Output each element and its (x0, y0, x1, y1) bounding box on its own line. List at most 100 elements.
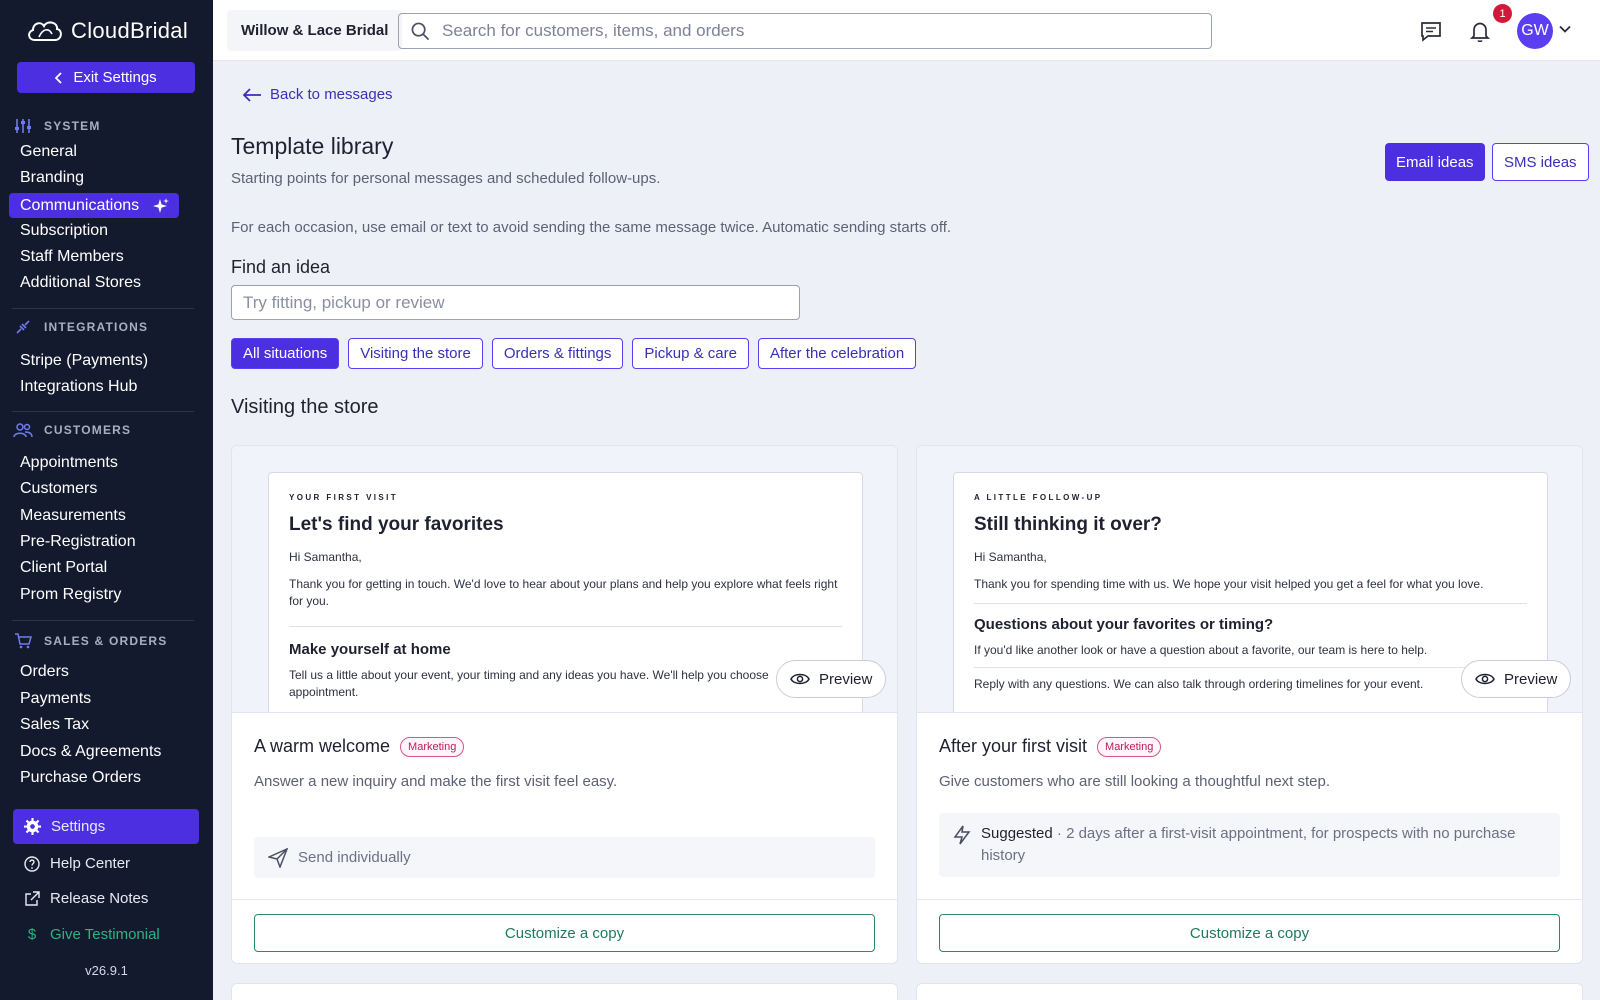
filter-after-the-celebration[interactable]: After the celebration (757, 338, 917, 369)
section-customers: CUSTOMERS (12, 421, 131, 439)
release-notes-link[interactable]: Release Notes (13, 881, 199, 916)
give-testimonial-link[interactable]: $ Give Testimonial (13, 917, 199, 952)
messages-icon[interactable] (1419, 19, 1443, 43)
preview-button[interactable]: Preview (776, 660, 887, 698)
filter-orders-fittings[interactable]: Orders & fittings (491, 338, 624, 369)
card-divider (232, 899, 897, 900)
email-subheading: Make yourself at home (289, 641, 451, 658)
sidebar-item-client-portal[interactable]: Client Portal (20, 556, 107, 580)
lightning-icon (953, 825, 971, 845)
suggested-label: Suggested (981, 825, 1053, 842)
sidebar-settings-button[interactable]: Settings (13, 809, 199, 844)
sidebar-item-additional-stores[interactable]: Additional Stores (20, 271, 141, 295)
info-text: For each occasion, use email or text to … (231, 219, 952, 236)
card-title-row: A warm welcome Marketing (254, 736, 465, 757)
situation-filters: All situations Visiting the store Orders… (231, 338, 917, 369)
sidebar-item-payments[interactable]: Payments (20, 687, 91, 711)
section-sales-orders: SALES & ORDERS (12, 632, 167, 650)
exit-settings-label: Exit Settings (73, 69, 157, 86)
sidebar-item-subscription[interactable]: Subscription (20, 219, 108, 243)
top-bar: Willow & Lace Bridal (213, 0, 1600, 61)
template-card: YOUR FIRST VISIT Let's find your favorit… (231, 445, 898, 964)
cloud-logo-icon (28, 21, 62, 41)
logo[interactable]: CloudBridal (25, 18, 188, 44)
cart-icon (12, 632, 34, 650)
filter-pickup-care[interactable]: Pickup & care (632, 338, 749, 369)
filter-visiting-the-store[interactable]: Visiting the store (348, 338, 483, 369)
sidebar-item-label: Communications (20, 196, 140, 214)
email-paragraph: Reply with any questions. We can also ta… (974, 677, 1424, 691)
group-title: Visiting the store (231, 396, 379, 418)
global-search-input[interactable] (442, 21, 1202, 41)
search-icon (411, 22, 430, 40)
sparkle-icon (153, 197, 170, 213)
sidebar-item-appointments[interactable]: Appointments (20, 451, 118, 475)
send-mode-label: Send individually (298, 849, 411, 866)
paper-plane-icon (268, 847, 288, 868)
sidebar-item-docs-agreements[interactable]: Docs & Agreements (20, 740, 161, 764)
find-idea-input[interactable] (231, 285, 800, 320)
email-divider (974, 667, 1527, 668)
sidebar-item-branding[interactable]: Branding (20, 166, 84, 190)
help-circle-icon (24, 855, 40, 872)
preview-button[interactable]: Preview (1461, 660, 1572, 698)
suggested-text: · 2 days after a first-visit appointment… (981, 825, 1516, 864)
sidebar-item-purchase-orders[interactable]: Purchase Orders (20, 766, 141, 790)
logo-text: CloudBridal (71, 18, 189, 43)
email-paragraph: Thank you for spending time with us. We … (974, 577, 1484, 591)
user-avatar[interactable]: GW (1517, 13, 1553, 49)
sidebar-item-communications[interactable]: Communications (9, 193, 179, 218)
email-preview: YOUR FIRST VISIT Let's find your favorit… (232, 446, 897, 713)
sidebar-item-integrations-hub[interactable]: Integrations Hub (20, 375, 137, 399)
card-title: A warm welcome (254, 736, 391, 756)
store-selector[interactable]: Willow & Lace Bridal (227, 10, 403, 51)
preview-label: Preview (1504, 670, 1558, 688)
email-paragraph: Tell us a little about your event, your … (289, 668, 769, 699)
customize-copy-button[interactable]: Customize a copy (254, 914, 875, 952)
sidebar-item-pre-registration[interactable]: Pre-Registration (20, 530, 136, 554)
email-heading: Let's find your favorites (289, 514, 504, 535)
global-search[interactable] (398, 13, 1212, 49)
find-idea-label: Find an idea (231, 257, 331, 277)
sidebar-item-customers[interactable]: Customers (20, 477, 97, 501)
preview-label: Preview (819, 670, 873, 688)
email-eyebrow: A LITTLE FOLLOW-UP (974, 493, 1103, 502)
gear-icon (24, 818, 41, 835)
eye-icon (790, 673, 810, 685)
filter-all-situations[interactable]: All situations (231, 338, 340, 369)
email-greeting: Hi Samantha, (974, 550, 1047, 564)
email-divider (974, 603, 1527, 604)
back-to-messages-link[interactable]: Back to messages (243, 86, 393, 103)
sidebar-item-prom-registry[interactable]: Prom Registry (20, 583, 121, 607)
email-preview: A LITTLE FOLLOW-UP Still thinking it ove… (917, 446, 1582, 713)
sidebar-item-measurements[interactable]: Measurements (20, 504, 126, 528)
email-paragraph: If you'd like another look or have a que… (974, 643, 1428, 657)
template-card-partial (916, 983, 1583, 1000)
card-description: Answer a new inquiry and make the first … (254, 773, 618, 790)
section-integrations: INTEGRATIONS (12, 318, 148, 336)
sidebar-item-general[interactable]: General (20, 140, 77, 164)
suggested-schedule: Suggested · 2 days after a first-visit a… (939, 813, 1560, 877)
help-center-link[interactable]: Help Center (13, 846, 199, 881)
sidebar-divider (12, 308, 194, 309)
sms-ideas-button[interactable]: SMS ideas (1492, 143, 1589, 181)
card-divider (917, 899, 1582, 900)
section-system-label: SYSTEM (44, 119, 101, 133)
chevron-down-icon[interactable] (1558, 22, 1572, 41)
plug-icon (12, 318, 34, 336)
customize-copy-button[interactable]: Customize a copy (939, 914, 1560, 952)
sidebar-item-orders[interactable]: Orders (20, 660, 69, 684)
sidebar-item-staff-members[interactable]: Staff Members (20, 245, 124, 269)
external-link-icon (25, 890, 40, 906)
sidebar-item-sales-tax[interactable]: Sales Tax (20, 713, 89, 737)
sliders-icon (12, 117, 34, 135)
bell-icon[interactable] (1468, 19, 1492, 43)
sidebar: CloudBridal Exit Settings SYSTEM General… (0, 0, 213, 1000)
section-sales-orders-label: SALES & ORDERS (44, 634, 168, 648)
email-ideas-button[interactable]: Email ideas (1385, 143, 1485, 181)
page-title: Template library (231, 133, 394, 159)
sidebar-divider (12, 411, 194, 412)
exit-settings-button[interactable]: Exit Settings (17, 62, 195, 93)
sidebar-item-stripe[interactable]: Stripe (Payments) (20, 349, 148, 373)
section-integrations-label: INTEGRATIONS (44, 320, 149, 334)
